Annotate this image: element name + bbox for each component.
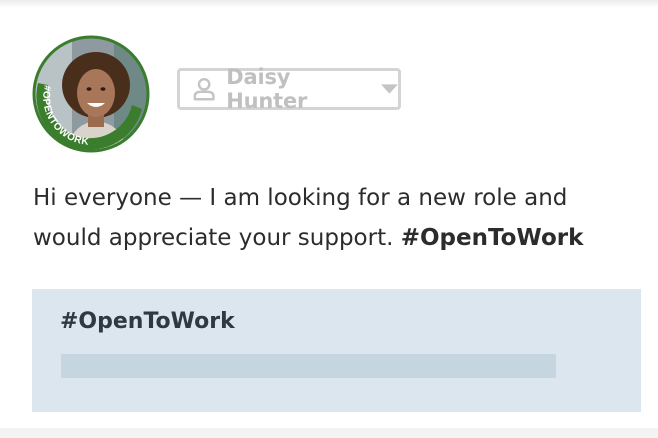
page-bottom-shade bbox=[0, 428, 658, 438]
page-top-shade bbox=[0, 0, 658, 8]
caret-down-icon bbox=[381, 84, 399, 94]
hashtag-preview-card[interactable]: #OpenToWork bbox=[32, 289, 641, 412]
audience-selector-name: Daisy Hunter bbox=[226, 65, 308, 113]
hashtag-card-title: #OpenToWork bbox=[60, 309, 235, 334]
profile-avatar: #OPENTOWORK bbox=[32, 35, 150, 153]
hashtag-card-placeholder-bar bbox=[61, 354, 556, 378]
audience-selector-button[interactable]: Daisy Hunter bbox=[177, 65, 401, 113]
post-body[interactable]: Hi everyone — I am looking for a new rol… bbox=[33, 178, 633, 258]
post-hashtag-link[interactable]: #OpenToWork bbox=[401, 225, 584, 251]
person-icon bbox=[193, 77, 215, 101]
